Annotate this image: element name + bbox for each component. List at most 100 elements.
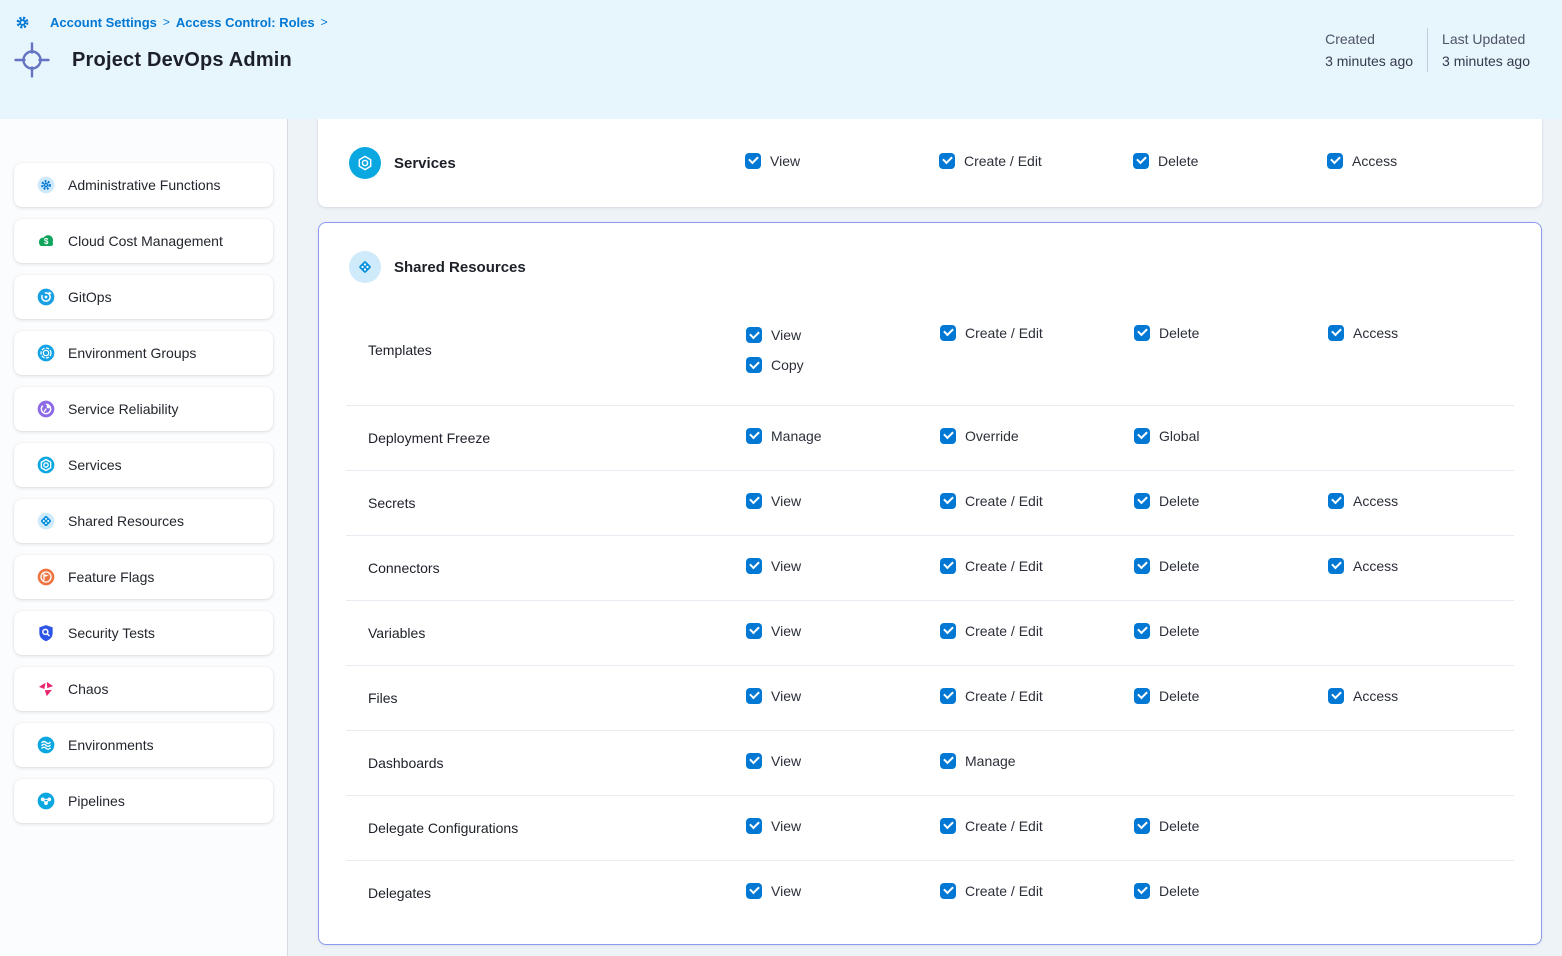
checkbox-checked-icon xyxy=(746,493,762,509)
templates-copy-checkbox[interactable]: Copy xyxy=(746,357,804,373)
secrets-access-checkbox[interactable]: Access xyxy=(1328,493,1398,509)
feature-flags-icon xyxy=(36,567,56,587)
dashboards-view-checkbox[interactable]: View xyxy=(746,753,801,769)
sidebar-item-label: Cloud Cost Management xyxy=(68,233,223,249)
checkbox-checked-icon xyxy=(1327,153,1343,169)
variables-create-edit-checkbox[interactable]: Create / Edit xyxy=(940,623,1043,639)
checkbox-checked-icon xyxy=(940,883,956,899)
row-label: Delegates xyxy=(368,885,746,901)
environments-icon xyxy=(36,735,56,755)
sidebar-item-administrative-functions[interactable]: Administrative Functions xyxy=(14,163,273,207)
checkbox-checked-icon xyxy=(939,153,955,169)
checkbox-checked-icon xyxy=(940,493,956,509)
secrets-delete-checkbox[interactable]: Delete xyxy=(1134,493,1199,509)
created-meta: Created 3 minutes ago xyxy=(1311,28,1427,72)
dashboards-manage-checkbox[interactable]: Manage xyxy=(940,753,1016,769)
delegates-view-checkbox[interactable]: View xyxy=(746,883,801,899)
shared-resources-card-header: Shared Resources xyxy=(319,223,1541,295)
row-label: Files xyxy=(368,690,746,706)
breadcrumb-chevron-icon: > xyxy=(321,15,328,29)
breadcrumb-account-settings[interactable]: Account Settings xyxy=(50,15,157,30)
templates-view-checkbox[interactable]: View xyxy=(746,327,801,343)
deployment-freeze-global-checkbox[interactable]: Global xyxy=(1134,428,1199,444)
permissions-main-area: Services View Create / Edit Delete Acces… xyxy=(288,119,1562,956)
shared-resources-icon xyxy=(36,511,56,531)
checkbox-checked-icon xyxy=(745,153,761,169)
delegate-configurations-view-checkbox[interactable]: View xyxy=(746,818,801,834)
checkbox-checked-icon xyxy=(746,327,762,343)
files-create-edit-checkbox[interactable]: Create / Edit xyxy=(940,688,1043,704)
templates-access-checkbox[interactable]: Access xyxy=(1328,325,1398,341)
services-hex-icon xyxy=(349,147,381,179)
variables-delete-checkbox[interactable]: Delete xyxy=(1134,623,1199,639)
delegate-configurations-delete-checkbox[interactable]: Delete xyxy=(1134,818,1199,834)
sidebar-item-label: GitOps xyxy=(68,289,112,305)
delegate-configurations-create-edit-checkbox[interactable]: Create / Edit xyxy=(940,818,1043,834)
page-title: Project DevOps Admin xyxy=(72,49,292,72)
sidebar-item-label: Security Tests xyxy=(68,625,155,641)
resource-category-sidebar: Administrative Functions $ Cloud Cost Ma… xyxy=(0,119,288,956)
sidebar-item-chaos[interactable]: Chaos xyxy=(14,667,273,711)
gitops-icon xyxy=(36,287,56,307)
row-label: Delegate Configurations xyxy=(368,820,746,836)
services-access-checkbox[interactable]: Access xyxy=(1327,153,1397,169)
sidebar-item-service-reliability[interactable]: Service Reliability xyxy=(14,387,273,431)
last-updated-value: 3 minutes ago xyxy=(1442,50,1530,72)
deployment-freeze-override-checkbox[interactable]: Override xyxy=(940,428,1019,444)
templates-create-edit-checkbox[interactable]: Create / Edit xyxy=(940,325,1043,341)
sidebar-item-label: Pipelines xyxy=(68,793,125,809)
files-view-checkbox[interactable]: View xyxy=(746,688,801,704)
sidebar-item-feature-flags[interactable]: Feature Flags xyxy=(14,555,273,599)
checkbox-checked-icon xyxy=(1134,883,1150,899)
checkbox-checked-icon xyxy=(1133,153,1149,169)
files-delete-checkbox[interactable]: Delete xyxy=(1134,688,1199,704)
breadcrumb-access-control-roles[interactable]: Access Control: Roles xyxy=(176,15,315,30)
services-delete-checkbox[interactable]: Delete xyxy=(1133,153,1198,169)
services-card-title: Services xyxy=(394,155,456,172)
templates-delete-checkbox[interactable]: Delete xyxy=(1134,325,1199,341)
checkbox-checked-icon xyxy=(940,623,956,639)
files-access-checkbox[interactable]: Access xyxy=(1328,688,1398,704)
delegates-delete-checkbox[interactable]: Delete xyxy=(1134,883,1199,899)
environment-groups-icon xyxy=(36,343,56,363)
sidebar-item-gitops[interactable]: GitOps xyxy=(14,275,273,319)
row-label: Connectors xyxy=(368,560,746,576)
services-create-edit-checkbox[interactable]: Create / Edit xyxy=(939,153,1042,169)
connectors-access-checkbox[interactable]: Access xyxy=(1328,558,1398,574)
sidebar-item-label: Services xyxy=(68,457,122,473)
connectors-delete-checkbox[interactable]: Delete xyxy=(1134,558,1199,574)
role-crosshair-icon xyxy=(12,40,52,80)
checkbox-checked-icon xyxy=(746,688,762,704)
sidebar-item-pipelines[interactable]: Pipelines xyxy=(14,779,273,823)
shared-resources-icon xyxy=(349,251,381,283)
permission-row-files: Files View Create / Edit Delete Access xyxy=(346,665,1514,730)
checkbox-checked-icon xyxy=(746,558,762,574)
checkbox-checked-icon xyxy=(746,623,762,639)
delegates-create-edit-checkbox[interactable]: Create / Edit xyxy=(940,883,1043,899)
checkbox-checked-icon xyxy=(1134,428,1150,444)
sidebar-item-cloud-cost-management[interactable]: $ Cloud Cost Management xyxy=(14,219,273,263)
row-label: Templates xyxy=(368,342,746,358)
sidebar-item-environment-groups[interactable]: Environment Groups xyxy=(14,331,273,375)
checkbox-checked-icon xyxy=(746,428,762,444)
secrets-create-edit-checkbox[interactable]: Create / Edit xyxy=(940,493,1043,509)
secrets-view-checkbox[interactable]: View xyxy=(746,493,801,509)
created-value: 3 minutes ago xyxy=(1325,50,1413,72)
deployment-freeze-manage-checkbox[interactable]: Manage xyxy=(746,428,822,444)
sidebar-item-label: Environments xyxy=(68,737,154,753)
role-meta: Created 3 minutes ago Last Updated 3 min… xyxy=(1311,28,1544,72)
services-hex-icon xyxy=(36,455,56,475)
connectors-view-checkbox[interactable]: View xyxy=(746,558,801,574)
sidebar-item-environments[interactable]: Environments xyxy=(14,723,273,767)
services-view-checkbox[interactable]: View xyxy=(745,153,800,169)
sidebar-item-security-tests[interactable]: Security Tests xyxy=(14,611,273,655)
sidebar-item-shared-resources[interactable]: Shared Resources xyxy=(14,499,273,543)
checkbox-checked-icon xyxy=(1134,688,1150,704)
connectors-create-edit-checkbox[interactable]: Create / Edit xyxy=(940,558,1043,574)
checkbox-checked-icon xyxy=(940,325,956,341)
sidebar-item-services[interactable]: Services xyxy=(14,443,273,487)
checkbox-checked-icon xyxy=(1134,623,1150,639)
variables-view-checkbox[interactable]: View xyxy=(746,623,801,639)
checkbox-checked-icon xyxy=(746,883,762,899)
checkbox-checked-icon xyxy=(940,558,956,574)
